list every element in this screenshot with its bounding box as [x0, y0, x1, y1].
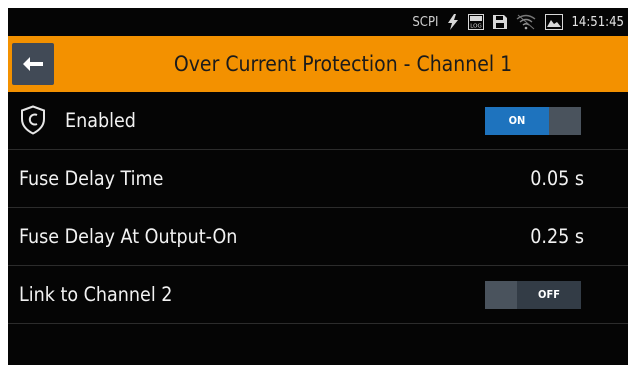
link-toggle[interactable]: OFF: [485, 281, 581, 309]
clock: 14:51:45: [571, 14, 624, 30]
toggle-on-label: ON: [485, 107, 549, 135]
enabled-toggle[interactable]: ON: [485, 107, 581, 135]
setting-value[interactable]: 0.25 s: [530, 208, 584, 265]
log-icon-text: LOG: [471, 24, 482, 30]
toggle-off-label: OFF: [517, 281, 581, 309]
card-icon: [545, 14, 564, 30]
toggle-knob: [549, 107, 581, 135]
setting-label: Fuse Delay At Output-On: [19, 225, 238, 248]
setting-row-link-channel-2: Link to Channel 2 OFF: [8, 266, 628, 324]
setting-row-fuse-delay-time[interactable]: Fuse Delay Time 0.05 s: [8, 150, 628, 208]
setting-label: Link to Channel 2: [19, 283, 173, 306]
setting-row-fuse-delay-output-on[interactable]: Fuse Delay At Output-On 0.25 s: [8, 208, 628, 266]
back-arrow-icon: [23, 57, 43, 71]
save-icon: [493, 15, 508, 29]
toggle-knob: [485, 281, 517, 309]
log-icon: LOG: [468, 14, 485, 30]
setting-value[interactable]: 0.05 s: [530, 150, 584, 207]
shield-icon: [19, 105, 47, 139]
page-title: Over Current Protection - Channel 1: [173, 52, 513, 76]
setting-label: Enabled: [65, 109, 136, 132]
scpi-indicator: SCPI: [412, 14, 439, 30]
setting-label: Fuse Delay Time: [19, 167, 164, 190]
page-header: Over Current Protection - Channel 1: [8, 36, 628, 92]
device-screen: SCPI LOG 14:51:45 Over Current Protectio…: [8, 8, 628, 365]
status-bar: SCPI LOG 14:51:45: [8, 8, 628, 36]
back-button[interactable]: [12, 43, 54, 85]
lightning-icon: [447, 14, 459, 30]
setting-row-enabled: Enabled ON: [8, 92, 628, 150]
wifi-icon: [516, 14, 536, 30]
